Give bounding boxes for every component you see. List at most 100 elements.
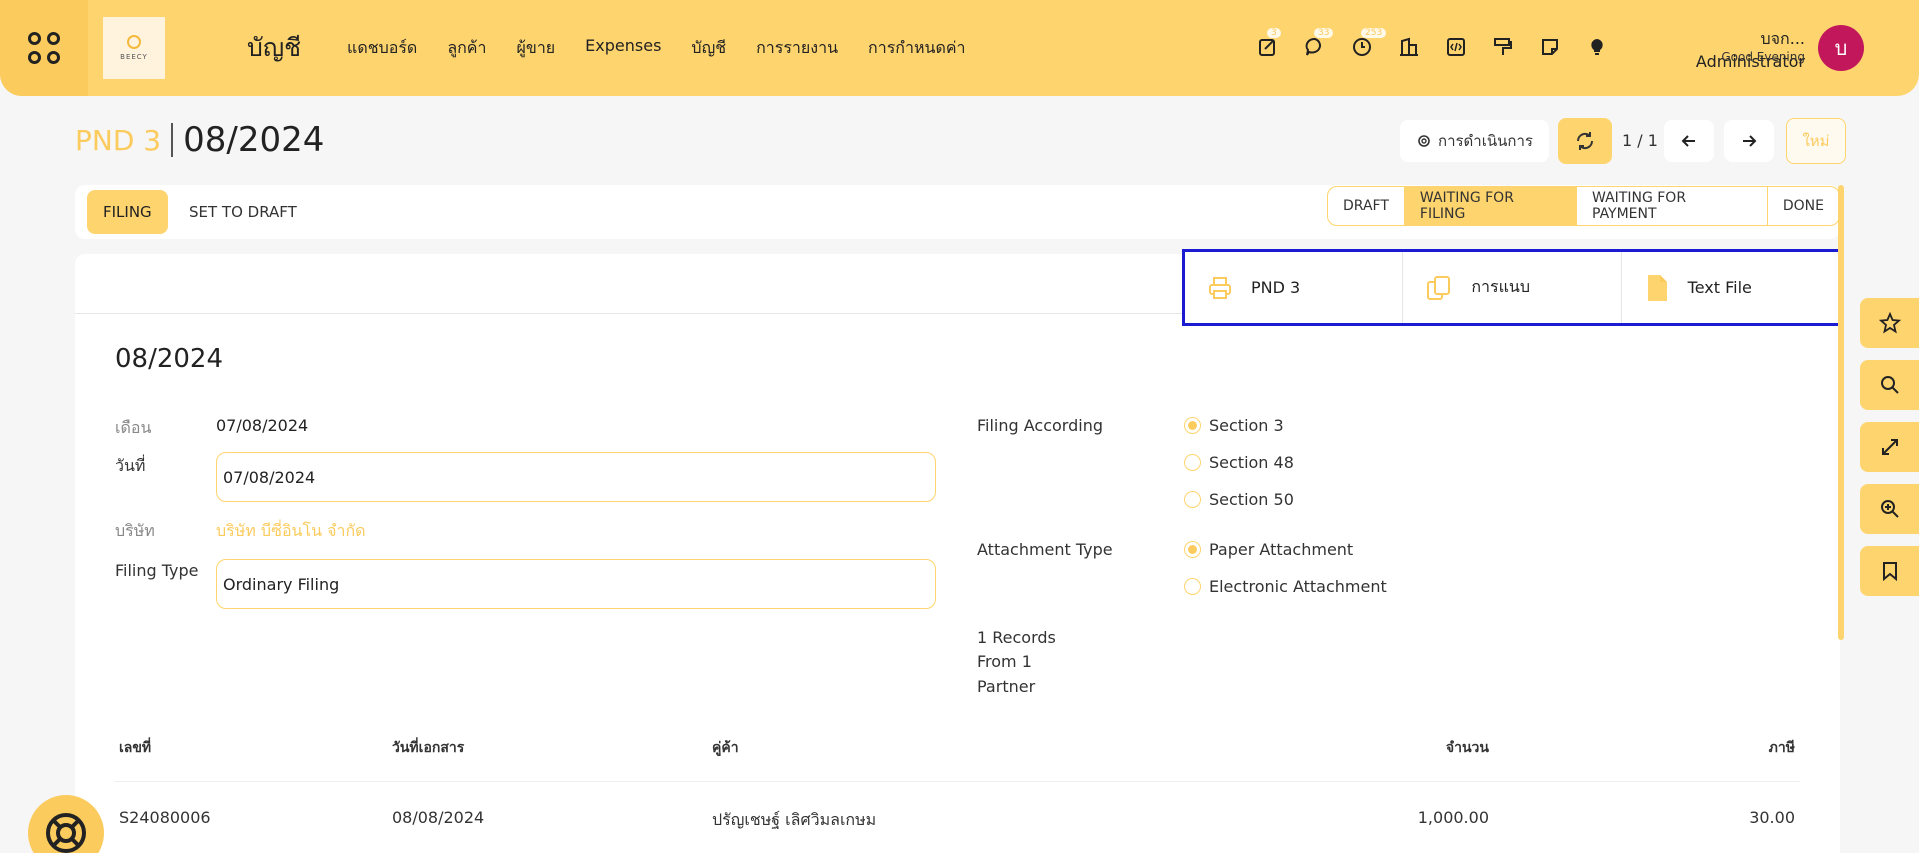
smart-button-pnd3-label: PND 3 — [1251, 278, 1301, 297]
tips-button[interactable] — [1586, 36, 1608, 58]
menu-vendors[interactable]: ผู้ขาย — [517, 36, 556, 61]
menu-configuration[interactable]: การกำหนดค่า — [868, 36, 966, 61]
main-menu: แดชบอร์ด ลูกค้า ผู้ขาย Expenses บัญชี กา… — [347, 36, 996, 61]
column-header-number[interactable]: เลขที่ — [119, 737, 151, 759]
stage-waiting-for-payment[interactable]: WAITING FOR PAYMENT — [1577, 187, 1768, 225]
user-name[interactable]: บจก... Administrator — [1650, 27, 1805, 71]
company-label: บริษัท — [115, 521, 155, 540]
radio-section-3[interactable]: Section 3 — [1184, 416, 1284, 435]
column-header-tax[interactable]: ภาษี — [1695, 737, 1795, 759]
company-switch-button[interactable] — [1398, 36, 1420, 58]
column-header-amount[interactable]: จำนวน — [1389, 737, 1489, 759]
file-icon — [1647, 274, 1667, 301]
new-record-button[interactable]: ใหม่ — [1786, 118, 1846, 164]
user-greeting: Good Evening — [1721, 50, 1805, 64]
radio-section-50-label: Section 50 — [1209, 490, 1294, 509]
clock-icon — [1353, 38, 1371, 56]
search-icon — [1880, 376, 1899, 394]
zoom-dock-button[interactable] — [1860, 484, 1919, 534]
radio-unchecked-icon[interactable] — [1184, 491, 1201, 508]
app-title[interactable]: บัญชี — [247, 28, 301, 68]
status-stages: DRAFT WAITING FOR FILING WAITING FOR PAY… — [1327, 186, 1840, 226]
bookmark-dock-button[interactable] — [1860, 546, 1919, 596]
expand-dock-button[interactable] — [1860, 422, 1919, 472]
favorite-dock-button[interactable] — [1860, 298, 1919, 348]
copy-icon — [1427, 275, 1451, 300]
menu-reporting[interactable]: การรายงาน — [756, 36, 838, 61]
smart-button-pnd3[interactable]: PND 3 — [1185, 252, 1404, 323]
radio-checked-icon[interactable] — [1184, 417, 1201, 434]
theme-button[interactable] — [1492, 36, 1514, 58]
smart-button-text-file-label: Text File — [1687, 278, 1752, 297]
radio-section-48[interactable]: Section 48 — [1184, 453, 1294, 472]
row-tax[interactable]: 30.00 — [1695, 808, 1795, 827]
gear-icon — [1418, 135, 1430, 147]
lightbulb-icon — [1591, 39, 1603, 55]
actions-button[interactable]: การดำเนินการ — [1400, 120, 1549, 162]
smart-button-attachments-label: การแนบ — [1471, 277, 1530, 296]
menu-customers[interactable]: ลูกค้า — [447, 36, 486, 61]
notes-button[interactable] — [1539, 36, 1561, 58]
stage-draft[interactable]: DRAFT — [1328, 187, 1405, 225]
stage-waiting-for-filing[interactable]: WAITING FOR FILING — [1404, 187, 1578, 225]
radio-section-50[interactable]: Section 50 — [1184, 490, 1294, 509]
messages-button[interactable]: 33 — [1304, 28, 1334, 58]
stage-done[interactable]: DONE — [1768, 187, 1839, 225]
apps-icon — [28, 32, 60, 64]
radio-unchecked-icon[interactable] — [1184, 454, 1201, 471]
breadcrumb-parent[interactable]: PND 3 — [75, 124, 161, 157]
radio-paper-attachment[interactable]: Paper Attachment — [1184, 540, 1353, 559]
filing-according-label: Filing According — [977, 416, 1103, 435]
radio-unchecked-icon[interactable] — [1184, 578, 1201, 595]
clock-button[interactable]: 253 — [1351, 28, 1387, 58]
smart-button-attachments[interactable]: การแนบ — [1403, 252, 1622, 323]
pager-next-button[interactable] — [1724, 120, 1774, 162]
date-label: วันที่ — [115, 456, 146, 475]
month-value: 07/08/2024 — [216, 416, 309, 435]
breadcrumb-current: 08/2024 — [183, 120, 325, 160]
bookmark-icon — [1882, 562, 1897, 581]
record-title: 08/2024 — [115, 344, 224, 374]
form-statusbar: FILING SET TO DRAFT DRAFT WAITING FOR FI… — [75, 185, 1840, 239]
developer-button[interactable] — [1445, 36, 1467, 58]
activity-button[interactable]: 3 — [1257, 28, 1281, 58]
row-doc-date[interactable]: 08/08/2024 — [392, 808, 484, 827]
summary-from: From 1 — [977, 652, 1032, 671]
radio-electronic-attachment[interactable]: Electronic Attachment — [1184, 577, 1387, 596]
note-icon — [1542, 39, 1558, 55]
smart-button-text-file[interactable]: Text File — [1622, 252, 1839, 323]
row-number[interactable]: S24080006 — [119, 808, 211, 827]
column-header-doc-date[interactable]: วันที่เอกสาร — [392, 737, 464, 759]
lifebuoy-icon — [46, 813, 86, 853]
breadcrumb: PND 3 08/2024 — [75, 120, 324, 160]
filing-button[interactable]: FILING — [87, 190, 168, 234]
actions-label: การดำเนินการ — [1438, 132, 1533, 150]
radio-checked-icon[interactable] — [1184, 541, 1201, 558]
activity-icon — [1259, 39, 1275, 56]
expand-icon — [1881, 439, 1898, 455]
search-dock-button[interactable] — [1860, 360, 1919, 410]
row-partner[interactable]: ปรัญเชษฐ์ เลิศวิมลเกษม — [712, 808, 876, 833]
breadcrumb-separator — [171, 123, 174, 157]
avatar[interactable]: บ — [1818, 25, 1864, 71]
month-label: เดือน — [115, 418, 152, 437]
menu-dashboard[interactable]: แดชบอร์ด — [347, 36, 417, 61]
company-link[interactable]: บริษัท บีซี่อินโน จำกัด — [216, 519, 366, 544]
refresh-button[interactable] — [1558, 118, 1612, 164]
apps-menu-button[interactable] — [0, 0, 88, 96]
company-logo[interactable]: BEECY — [103, 17, 165, 79]
set-to-draft-button[interactable]: SET TO DRAFT — [173, 190, 313, 234]
form-sheet — [75, 254, 1840, 853]
scrollbar[interactable] — [1838, 185, 1844, 640]
filing-type-field[interactable]: Ordinary Filing — [216, 559, 936, 609]
star-icon — [1878, 312, 1901, 334]
pager-value[interactable]: 1 / 1 — [1622, 131, 1658, 150]
menu-accounting[interactable]: บัญชี — [691, 36, 726, 61]
systray: 3 33 253 — [1257, 28, 1633, 58]
printer-icon — [1209, 276, 1231, 299]
row-amount[interactable]: 1,000.00 — [1389, 808, 1489, 827]
date-field[interactable]: 07/08/2024 — [216, 452, 936, 502]
menu-expenses[interactable]: Expenses — [585, 36, 661, 61]
pager-previous-button[interactable] — [1664, 120, 1714, 162]
column-header-partner[interactable]: คู่ค้า — [712, 737, 739, 759]
